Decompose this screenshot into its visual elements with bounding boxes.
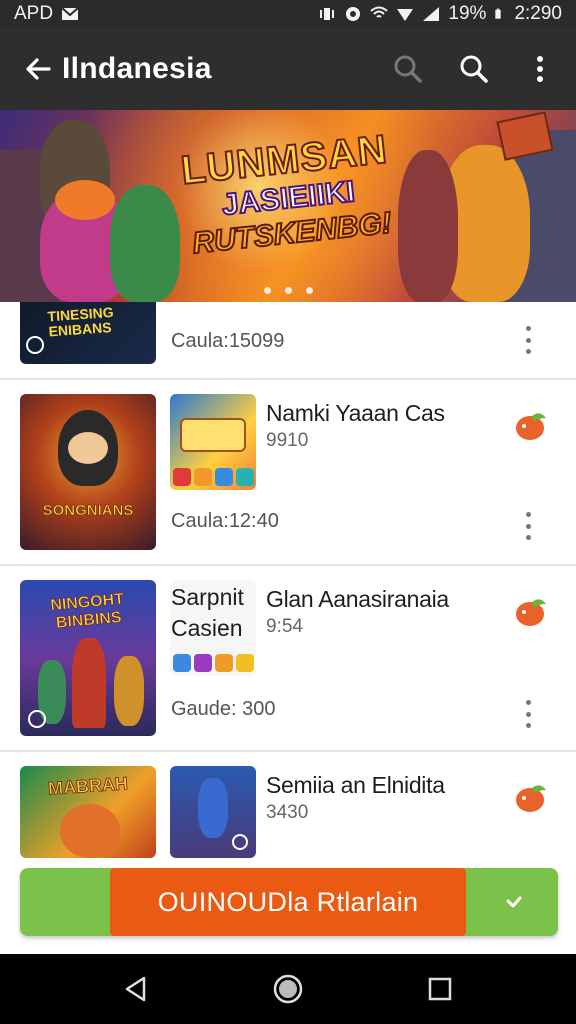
bird-badge-icon[interactable] bbox=[510, 780, 550, 816]
search-button[interactable] bbox=[456, 51, 492, 87]
platform-icon-red bbox=[172, 468, 191, 486]
thumbnail-monster bbox=[60, 804, 120, 858]
game-count: 3430 bbox=[266, 802, 309, 823]
thumbnail-title: SONGNIANS bbox=[42, 502, 134, 520]
platform-icon-orange bbox=[193, 468, 212, 486]
game-name: Namki Yaaan Cas bbox=[266, 400, 445, 426]
download-button-label: OUINOUDla Rtlarlain bbox=[110, 868, 466, 936]
play-ring-icon bbox=[26, 336, 44, 354]
platform-icons bbox=[170, 654, 256, 672]
game-count: 9:54 bbox=[266, 616, 303, 637]
game-meta: Gaude: 300 bbox=[171, 698, 276, 720]
thumbnail-mascot-face bbox=[68, 432, 108, 464]
list-item[interactable]: SONGNIANS Namki Yaaan Cas 9910 Caula:12:… bbox=[0, 380, 576, 566]
icon-figure bbox=[198, 778, 228, 838]
banner-character-boy bbox=[110, 185, 180, 302]
platform-icon-orange bbox=[214, 654, 233, 672]
thumbnail-title: NINGOHT BINBINS bbox=[49, 590, 125, 633]
platform-icon-blue bbox=[214, 468, 233, 486]
platform-icons bbox=[170, 468, 256, 486]
game-thumbnail: TINESING ENIBANS bbox=[20, 302, 156, 364]
game-subtitle-line2: Casien bbox=[171, 615, 243, 641]
game-count: 9910 bbox=[266, 430, 309, 451]
mail-icon bbox=[61, 7, 79, 20]
circle-home-icon bbox=[273, 974, 303, 1004]
platform-icon-yellow bbox=[235, 654, 254, 672]
game-subtitle-line1: Sarpnit bbox=[171, 584, 244, 610]
filter-search-button[interactable] bbox=[390, 51, 426, 87]
promo-banner[interactable]: LUNMSAN JASIEIIKI RUTSKENBG! bbox=[0, 110, 576, 302]
square-recents-icon bbox=[428, 977, 452, 1001]
item-menu-button[interactable] bbox=[520, 326, 536, 354]
play-ring-icon bbox=[28, 710, 46, 728]
list-item[interactable]: MABRAH Semiia an Elnidita 3430 bbox=[0, 752, 576, 872]
back-button[interactable] bbox=[20, 51, 56, 87]
page-title: Ilndanesia bbox=[62, 52, 212, 85]
signal-icon bbox=[423, 7, 440, 21]
game-thumbnail: SONGNIANS bbox=[20, 394, 156, 550]
bird-badge-icon[interactable] bbox=[510, 594, 550, 630]
bird-badge-icon[interactable] bbox=[510, 408, 550, 444]
platform-icon-blue bbox=[172, 654, 191, 672]
banner-pager-dot[interactable] bbox=[305, 287, 313, 294]
item-menu-button[interactable] bbox=[520, 700, 536, 728]
nav-recents-button[interactable] bbox=[420, 969, 460, 1009]
play-ring-icon bbox=[232, 834, 248, 850]
game-name: Semiia an Elnidita bbox=[266, 772, 445, 798]
search-faded-icon bbox=[394, 55, 422, 83]
item-menu-button[interactable] bbox=[520, 512, 536, 540]
battery-percent: 19% bbox=[448, 3, 487, 24]
nav-back-button[interactable] bbox=[116, 969, 156, 1009]
search-icon bbox=[460, 55, 488, 83]
game-thumbnail: MABRAH bbox=[20, 766, 156, 858]
list-item[interactable]: NINGOHT BINBINS Sarpnit Casien Glan Aana… bbox=[0, 566, 576, 752]
platform-icon-purple bbox=[193, 654, 212, 672]
download-button[interactable]: OUINOUDla Rtlarlain bbox=[20, 868, 558, 936]
clock: 2:290 bbox=[514, 3, 562, 24]
triangle-back-icon bbox=[125, 976, 146, 1002]
battery-icon bbox=[495, 8, 502, 19]
carrier-text: APD bbox=[14, 3, 54, 24]
status-bar: APD 19% 2:290 bbox=[0, 0, 576, 28]
thumbnail-hero bbox=[72, 638, 106, 728]
banner-pager bbox=[0, 287, 576, 294]
wifi-icon bbox=[397, 9, 414, 21]
sync-icon bbox=[346, 7, 361, 21]
game-icon bbox=[170, 766, 256, 858]
icon-graphic bbox=[180, 418, 246, 452]
banner-headline: LUNMSAN JASIEIIKI RUTSKENBG! bbox=[167, 126, 410, 264]
overflow-menu-button[interactable] bbox=[522, 51, 558, 87]
game-icon bbox=[170, 394, 256, 490]
game-name: Glan Aanasiranaia bbox=[266, 586, 449, 612]
system-nav-bar bbox=[0, 954, 576, 1024]
vibrate-icon bbox=[320, 8, 335, 20]
app-bar: Ilndanesia bbox=[0, 28, 576, 110]
banner-pager-dot[interactable] bbox=[284, 287, 292, 294]
banner-character-girl-hair bbox=[55, 180, 115, 220]
chevron-down-icon bbox=[506, 896, 522, 908]
arrow-left-icon bbox=[26, 58, 51, 80]
thumbnail-title: TINESING ENIBANS bbox=[47, 303, 115, 340]
more-vertical-icon bbox=[537, 56, 543, 82]
thumbnail-title: MABRAH bbox=[47, 773, 129, 799]
nav-home-button[interactable] bbox=[268, 969, 308, 1009]
game-meta: Caula:15099 bbox=[171, 330, 285, 352]
banner-pager-dot[interactable] bbox=[263, 287, 271, 294]
wifi-off-icon bbox=[370, 6, 389, 18]
platform-icon-teal bbox=[235, 468, 254, 486]
list-item[interactable]: TINESING ENIBANS Caula:15099 bbox=[0, 302, 576, 380]
game-thumbnail: NINGOHT BINBINS bbox=[20, 580, 156, 736]
game-meta: Caula:12:40 bbox=[171, 510, 279, 532]
thumbnail-sidekick-right bbox=[114, 656, 144, 726]
